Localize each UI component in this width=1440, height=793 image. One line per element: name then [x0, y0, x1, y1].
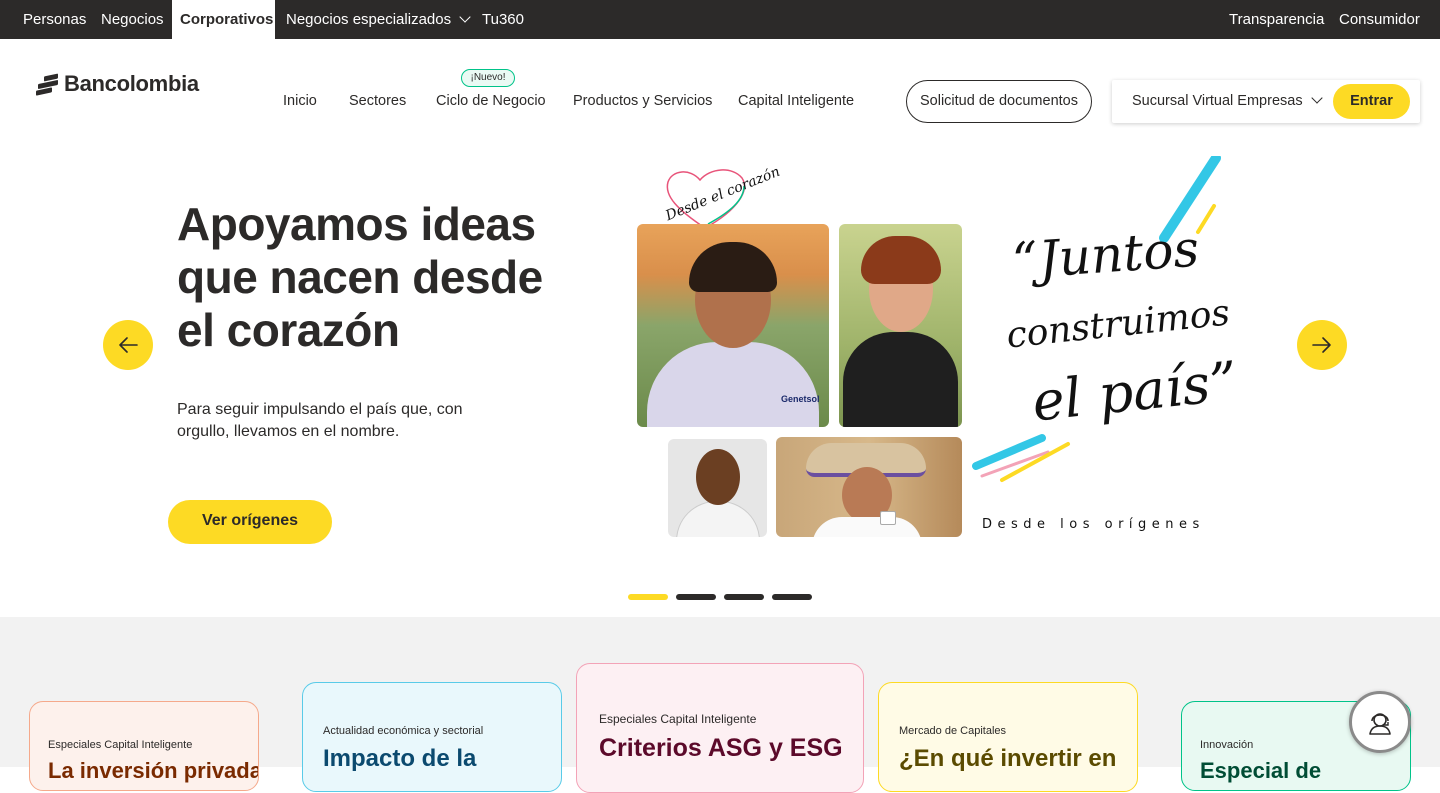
topbar-item-corporativos[interactable]: Corporativos: [172, 0, 275, 39]
carousel-prev-button[interactable]: [103, 320, 153, 370]
arrow-left-icon: [119, 337, 138, 353]
articles-section: Especiales Capital Inteligente La invers…: [0, 617, 1440, 793]
carousel-dot-1[interactable]: [628, 594, 668, 600]
quote-line-3: el país”: [1029, 349, 1241, 434]
logo-mark-icon: [36, 73, 60, 96]
solicitud-documentos-button[interactable]: Solicitud de documentos: [906, 80, 1092, 123]
nav-sectores[interactable]: Sectores: [349, 93, 406, 109]
nav-capital-inteligente[interactable]: Capital Inteligente: [738, 93, 854, 109]
logo-text: Bancolombia: [64, 71, 199, 96]
card-category: Especiales Capital Inteligente: [599, 712, 757, 726]
quote-line-1: “Juntos: [1010, 219, 1201, 291]
photo-woman-black-jacket: [839, 224, 962, 427]
bancolombia-logo[interactable]: Bancolombia: [36, 71, 199, 96]
card-category: Innovación: [1200, 739, 1254, 751]
top-bar: Personas Negocios Corporativos Negocios …: [0, 0, 1440, 39]
hero-title: Apoyamos ideas que nacen desde el corazó…: [177, 198, 543, 356]
nav-inicio[interactable]: Inicio: [283, 93, 317, 109]
article-card[interactable]: Mercado de Capitales ¿En qué invertir en: [878, 682, 1138, 792]
photo-boy: [668, 439, 767, 537]
carousel-dot-3[interactable]: [724, 594, 764, 600]
card-title: La inversión privada: [48, 758, 259, 783]
new-badge: ¡Nuevo!: [461, 69, 515, 87]
sucursal-label: Sucursal Virtual Empresas: [1132, 93, 1303, 109]
topbar-link-transparencia[interactable]: Transparencia: [1229, 0, 1324, 39]
photo-woman-hat: [776, 437, 962, 537]
ver-origenes-button[interactable]: Ver orígenes: [168, 500, 332, 544]
card-title: Especial de: [1200, 758, 1322, 783]
card-title: ¿En qué invertir en: [899, 745, 1117, 772]
card-category: Actualidad económica y sectorial: [323, 725, 484, 737]
entrar-button[interactable]: Entrar: [1333, 84, 1410, 119]
photo-woman-white-shirt: Genetsol: [637, 224, 829, 427]
sucursal-dropdown[interactable]: Sucursal Virtual Empresas: [1132, 80, 1323, 123]
card-category: Especiales Capital Inteligente: [48, 739, 193, 751]
carousel-dot-2[interactable]: [676, 594, 716, 600]
arrow-right-icon: [1312, 337, 1331, 353]
color-brush-strokes: [972, 434, 1070, 482]
image-footer-text: Desde los orígenes: [982, 517, 1205, 532]
topbar-item-negocios[interactable]: Negocios: [101, 0, 164, 39]
support-agent-icon: [1369, 713, 1391, 735]
topbar-link-consumidor[interactable]: Consumidor: [1339, 0, 1420, 39]
hero-image: Desde el corazón Genetsol “Juntos constr…: [636, 156, 1246, 546]
article-card[interactable]: Especiales Capital Inteligente La invers…: [29, 701, 259, 791]
sucursal-virtual-box: Sucursal Virtual Empresas Entrar: [1112, 80, 1420, 123]
carousel-dot-4[interactable]: [772, 594, 812, 600]
chevron-down-icon: [459, 11, 471, 23]
quote-line-2: construimos: [1004, 292, 1232, 357]
card-category: Mercado de Capitales: [899, 725, 1007, 737]
card-title: Impacto de la: [323, 745, 477, 772]
article-card[interactable]: Especiales Capital Inteligente Criterios…: [576, 663, 864, 793]
help-chat-button[interactable]: [1349, 691, 1411, 753]
hero-subtitle: Para seguir impulsando el país que, con …: [177, 401, 463, 440]
nav-productos-y-servicios[interactable]: Productos y Servicios: [573, 93, 712, 109]
nav-ciclo-de-negocio[interactable]: Ciclo de Negocio: [436, 93, 546, 109]
chevron-down-icon: [1310, 92, 1323, 104]
shirt-logo: Genetsol: [781, 394, 820, 404]
topbar-item-label: Negocios especializados: [286, 11, 452, 28]
carousel-next-button[interactable]: [1297, 320, 1347, 370]
topbar-item-negocios-especializados[interactable]: Negocios especializados: [286, 0, 471, 39]
article-card[interactable]: Actualidad económica y sectorial Impacto…: [302, 682, 562, 792]
card-title: Criterios ASG y ESG: [599, 734, 843, 762]
topbar-item-personas[interactable]: Personas: [23, 0, 86, 39]
topbar-item-tu360[interactable]: Tu360: [482, 0, 524, 39]
